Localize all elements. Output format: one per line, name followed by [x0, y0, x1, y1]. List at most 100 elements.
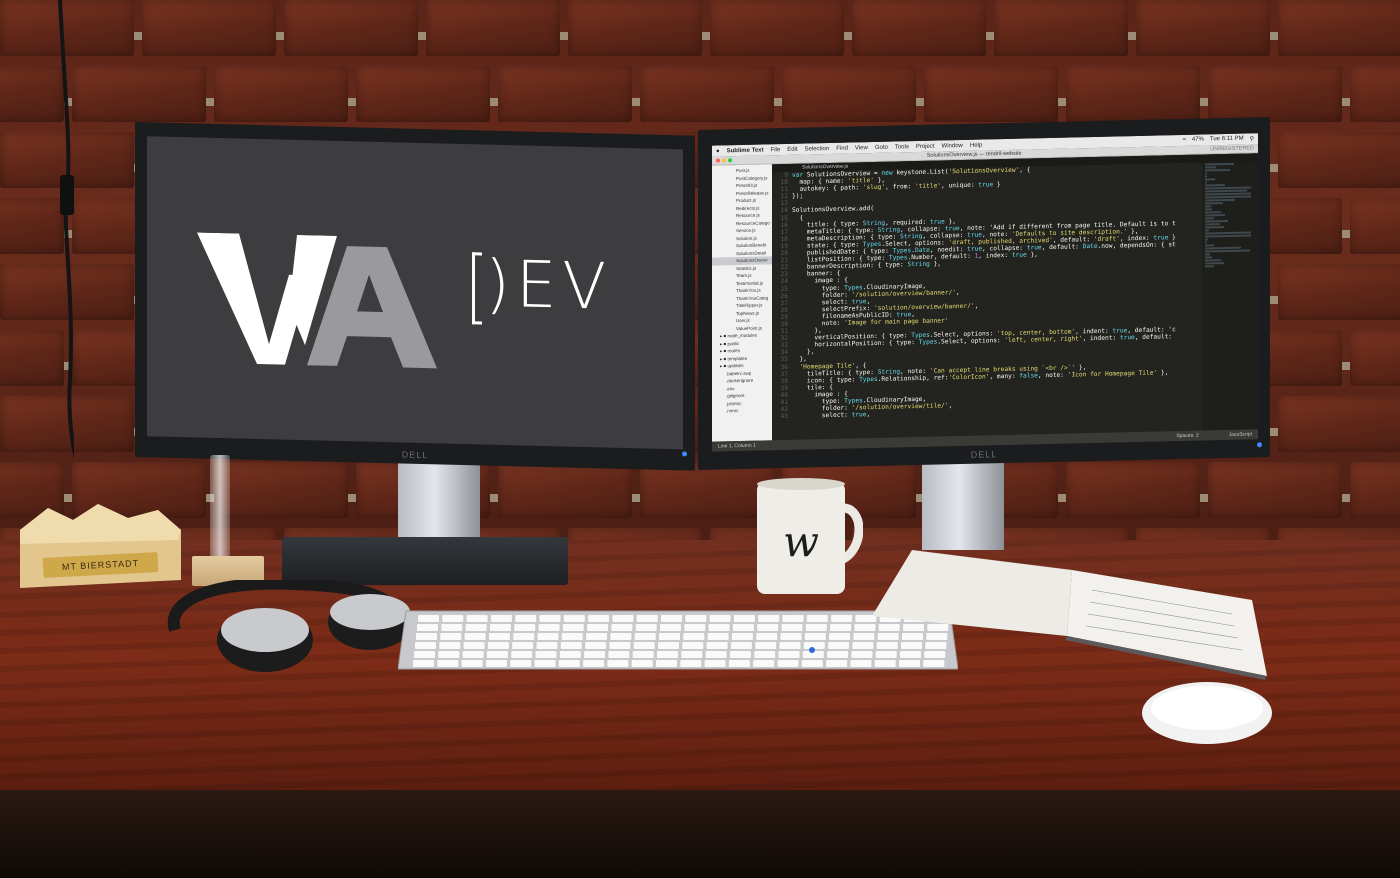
syntax-selector[interactable]: JavaScript — [1229, 431, 1252, 438]
search-icon[interactable]: ⚲ — [1250, 135, 1254, 142]
key — [634, 633, 656, 640]
key — [753, 660, 775, 667]
key — [585, 642, 607, 649]
coffee-mug[interactable]: w — [755, 478, 863, 598]
open-notebook[interactable] — [872, 540, 1272, 680]
headphones[interactable] — [155, 580, 420, 680]
key — [415, 642, 436, 649]
brick — [1350, 66, 1400, 122]
key — [534, 660, 556, 667]
sidebar-file[interactable]: SolutionsOvervi — [712, 256, 772, 266]
key — [462, 651, 484, 658]
minimize-icon[interactable] — [722, 158, 726, 163]
source-code[interactable]: var SolutionsOverview = new keystone.Lis… — [792, 163, 1202, 440]
key — [829, 633, 851, 640]
menu-goto[interactable]: Goto — [875, 144, 888, 150]
menu-find[interactable]: Find — [836, 145, 848, 151]
key — [440, 633, 462, 640]
brick — [142, 0, 276, 56]
minimap-line — [1205, 226, 1224, 229]
minimap[interactable] — [1202, 161, 1258, 431]
key-indicator — [809, 647, 815, 653]
key — [607, 660, 629, 667]
menu-edit[interactable]: Edit — [787, 146, 797, 152]
brick — [1208, 66, 1342, 122]
brick — [640, 66, 774, 122]
dev-logo-text: )EV — [485, 247, 613, 325]
key — [610, 633, 632, 640]
menu-tools[interactable]: Tools — [895, 144, 909, 150]
brick — [568, 0, 702, 56]
power-led — [1257, 442, 1262, 448]
key — [757, 624, 779, 631]
key — [658, 642, 679, 649]
key — [536, 642, 558, 649]
logo-bracket — [472, 252, 482, 325]
brick — [214, 66, 348, 122]
zoom-icon[interactable] — [728, 158, 732, 163]
minimap-line — [1205, 181, 1207, 184]
key — [777, 660, 799, 667]
line-number: 25 — [780, 285, 788, 293]
key — [418, 615, 439, 622]
menu-view[interactable]: View — [855, 145, 868, 151]
line-number: 36 — [780, 363, 788, 371]
key — [417, 624, 438, 631]
menu-window[interactable]: Window — [942, 142, 963, 148]
key — [563, 615, 585, 622]
minimap-line — [1205, 234, 1251, 238]
key — [562, 624, 584, 631]
key — [827, 651, 849, 658]
key — [537, 633, 559, 640]
menu-help[interactable]: Help — [970, 142, 982, 148]
brick — [1278, 0, 1400, 56]
left-monitor-base — [282, 537, 568, 585]
key — [559, 651, 581, 658]
minimap-line — [1205, 172, 1207, 175]
key — [486, 651, 508, 658]
app-menu[interactable]: Sublime Text — [727, 147, 764, 154]
apple-icon[interactable]: ● — [716, 148, 720, 154]
key — [732, 624, 754, 631]
right-monitor-screen: ● Sublime Text File Edit Selection Find … — [712, 133, 1258, 452]
brick — [782, 66, 916, 122]
key — [730, 642, 752, 649]
menu-project[interactable]: Project — [916, 143, 935, 149]
menu-file[interactable]: File — [771, 147, 781, 153]
key — [683, 633, 705, 640]
left-monitor-stand — [398, 455, 480, 550]
brick — [640, 462, 774, 518]
key — [806, 615, 828, 622]
wifi-icon[interactable]: ≈ — [1183, 137, 1186, 144]
left-monitor-screen: )EV — [147, 136, 683, 450]
line-number: 14 — [780, 207, 788, 215]
sidebar-dotfile[interactable]: .rvmrc — [712, 406, 772, 415]
brick — [1350, 462, 1400, 518]
indent-setting[interactable]: Spaces: 2 — [1176, 433, 1198, 440]
right-monitor: ● Sublime Text File Edit Selection Find … — [698, 117, 1270, 470]
key — [781, 624, 803, 631]
key — [612, 615, 634, 622]
mug-logo: w — [783, 517, 819, 566]
minimap-line — [1205, 202, 1223, 205]
key — [661, 615, 682, 622]
key — [728, 660, 750, 667]
magic-mouse[interactable] — [1140, 680, 1274, 746]
key — [416, 633, 437, 640]
clock[interactable]: Tue 6:11 PM — [1210, 136, 1244, 144]
menu-selection[interactable]: Selection — [805, 146, 830, 153]
tab-solutionsoverview[interactable]: SolutionsOverview.js — [802, 164, 848, 171]
code-view[interactable]: 9 10 11 12 13 14 15 16 17 18 19 20 21 22 23 24 25 26 27 28 2… — [772, 161, 1258, 440]
brick — [1278, 396, 1400, 452]
key — [709, 615, 731, 622]
brick — [1066, 462, 1200, 518]
key — [758, 615, 780, 622]
key — [828, 642, 850, 649]
dell-logo: DELL — [970, 449, 998, 460]
key — [490, 615, 512, 622]
battery-percent[interactable]: 47% — [1192, 137, 1204, 144]
key — [754, 651, 776, 658]
minimap-line — [1205, 238, 1208, 241]
brick — [498, 462, 632, 518]
close-icon[interactable] — [716, 158, 720, 163]
